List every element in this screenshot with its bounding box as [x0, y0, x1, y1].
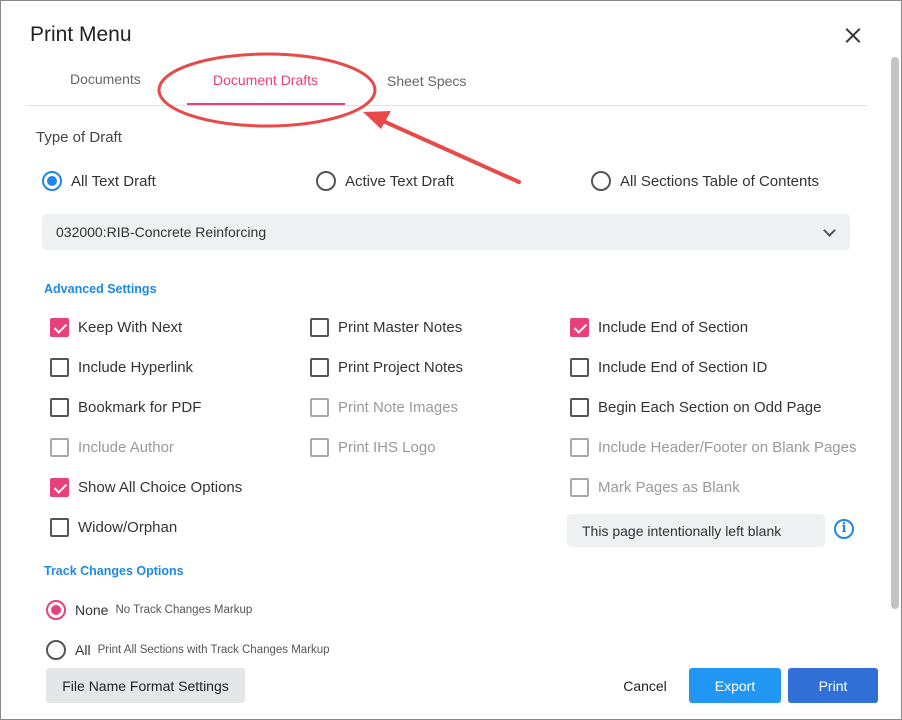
advanced-settings-heading: Advanced Settings [44, 282, 157, 296]
checkbox-header-footer-blank-pages: Include Header/Footer on Blank Pages [570, 438, 857, 457]
checkbox-checked-icon[interactable] [50, 478, 69, 497]
checkbox-icon [570, 478, 589, 497]
checkbox-icon[interactable] [50, 398, 69, 417]
radio-selected-icon[interactable] [46, 600, 66, 620]
checkbox-label: Include Header/Footer on Blank Pages [598, 439, 857, 456]
radio-selected-icon[interactable] [42, 171, 62, 191]
checkbox-label: Include End of Section ID [598, 359, 768, 376]
radio-all-sections-toc[interactable]: All Sections Table of Contents [591, 171, 819, 191]
radio-label: All [75, 642, 91, 658]
tab-sheet-specs[interactable]: Sheet Specs [387, 73, 466, 89]
checkbox-label: Print Project Notes [338, 359, 464, 376]
checkbox-label: Show All Choice Options [78, 479, 243, 496]
active-tab-indicator [187, 103, 345, 105]
annotation-arrow-head [363, 111, 391, 129]
checkbox-include-end-of-section-id[interactable]: Include End of Section ID [570, 358, 767, 377]
checkbox-icon[interactable] [310, 358, 329, 377]
radio-track-all[interactable]: All Print All Sections with Track Change… [46, 640, 330, 660]
checkbox-label: Include End of Section [598, 319, 749, 336]
checkbox-print-project-notes[interactable]: Print Project Notes [310, 358, 463, 377]
radio-description: Print All Sections with Track Changes Ma… [97, 644, 330, 656]
radio-unselected-icon[interactable] [46, 640, 66, 660]
checkbox-icon [310, 398, 329, 417]
print-menu-dialog: Print Menu Documents Document Drafts She… [0, 0, 902, 720]
radio-active-text-draft[interactable]: Active Text Draft [316, 171, 454, 191]
checkbox-label: Print Note Images [338, 399, 459, 416]
print-button[interactable]: Print [788, 668, 878, 703]
checkbox-label: Print Master Notes [338, 319, 463, 336]
checkbox-print-ihs-logo: Print IHS Logo [310, 438, 436, 457]
export-button[interactable]: Export [689, 668, 781, 703]
radio-all-text-draft[interactable]: All Text Draft [42, 171, 156, 191]
checkbox-label: Keep With Next [78, 319, 183, 336]
blank-page-text-field[interactable]: This page intentionally left blank [567, 514, 825, 547]
checkbox-label: Begin Each Section on Odd Page [598, 399, 822, 416]
checkbox-label: Print IHS Logo [338, 439, 436, 456]
checkbox-label: Include Author [78, 439, 174, 456]
radio-unselected-icon[interactable] [591, 171, 611, 191]
tab-document-drafts[interactable]: Document Drafts [213, 72, 318, 88]
checkbox-mark-pages-blank: Mark Pages as Blank [570, 478, 740, 497]
checkbox-show-all-choice-options[interactable]: Show All Choice Options [50, 478, 242, 497]
checkbox-label: Include Hyperlink [78, 359, 194, 376]
file-name-format-button[interactable]: File Name Format Settings [46, 668, 245, 703]
annotation-ellipse [157, 52, 377, 128]
dialog-title: Print Menu [30, 23, 132, 46]
close-icon[interactable] [839, 23, 867, 51]
chevron-down-icon[interactable] [823, 224, 836, 237]
cancel-button[interactable]: Cancel [609, 668, 681, 703]
checkbox-print-master-notes[interactable]: Print Master Notes [310, 318, 462, 337]
checkbox-print-note-images: Print Note Images [310, 398, 458, 417]
scrollbar[interactable] [891, 57, 899, 609]
checkbox-bookmark-for-pdf[interactable]: Bookmark for PDF [50, 398, 201, 417]
checkbox-icon [570, 438, 589, 457]
track-changes-heading: Track Changes Options [44, 564, 184, 578]
checkbox-checked-icon[interactable] [570, 318, 589, 337]
radio-label: All Text Draft [71, 172, 156, 190]
checkbox-icon [310, 438, 329, 457]
radio-label: All Sections Table of Contents [620, 172, 820, 190]
checkbox-label: Widow/Orphan [78, 519, 178, 536]
checkbox-include-end-of-section[interactable]: Include End of Section [570, 318, 748, 337]
info-icon[interactable]: i [834, 519, 854, 539]
checkbox-icon[interactable] [570, 358, 589, 377]
section-select[interactable]: 032000:RIB-Concrete Reinforcing [42, 214, 850, 250]
checkbox-icon[interactable] [310, 318, 329, 337]
checkbox-include-author: Include Author [50, 438, 174, 457]
checkbox-checked-icon[interactable] [50, 318, 69, 337]
checkbox-label: Bookmark for PDF [78, 399, 202, 416]
checkbox-icon[interactable] [50, 518, 69, 537]
tab-documents[interactable]: Documents [70, 71, 141, 87]
checkbox-icon [50, 438, 69, 457]
checkbox-include-hyperlink[interactable]: Include Hyperlink [50, 358, 193, 377]
radio-label: None [75, 602, 109, 618]
checkbox-widow-orphan[interactable]: Widow/Orphan [50, 518, 177, 537]
type-of-draft-heading: Type of Draft [36, 129, 122, 146]
section-select-value: 032000:RIB-Concrete Reinforcing [56, 224, 267, 240]
checkbox-icon[interactable] [50, 358, 69, 377]
checkbox-begin-section-odd-page[interactable]: Begin Each Section on Odd Page [570, 398, 822, 417]
radio-unselected-icon[interactable] [316, 171, 336, 191]
radio-label: Active Text Draft [345, 172, 454, 190]
checkbox-keep-with-next[interactable]: Keep With Next [50, 318, 182, 337]
tabs-divider [26, 105, 867, 106]
checkbox-icon[interactable] [570, 398, 589, 417]
checkbox-label: Mark Pages as Blank [598, 479, 740, 496]
radio-track-none[interactable]: None No Track Changes Markup [46, 600, 252, 620]
radio-description: No Track Changes Markup [115, 604, 253, 616]
